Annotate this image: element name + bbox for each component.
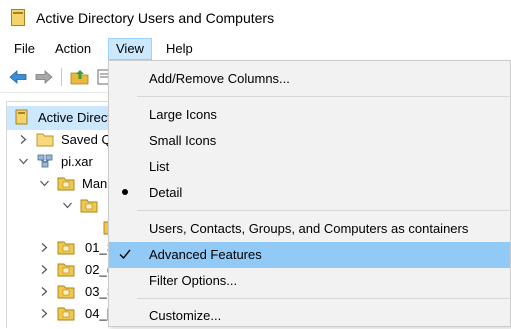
up-folder-icon[interactable] — [70, 67, 90, 87]
ad-users-computers-app-icon — [11, 9, 25, 26]
chevron-down-icon[interactable] — [40, 179, 49, 188]
back-arrow-icon[interactable] — [8, 67, 28, 87]
window-title: Active Directory Users and Computers — [36, 10, 275, 26]
forward-arrow-icon[interactable] — [34, 67, 54, 87]
menu-action[interactable]: Action — [48, 38, 98, 60]
menu-view[interactable]: View — [108, 38, 152, 60]
tree-label: pi.xar — [61, 154, 93, 169]
menu-item-users-contacts-groups-as-containers[interactable]: Users, Contacts, Groups, and Computers a… — [109, 216, 510, 242]
menu-item-label: Small Icons — [149, 133, 217, 148]
ou-folder-icon — [57, 177, 75, 191]
menu-item-small-icons[interactable]: Small Icons — [109, 128, 510, 154]
chevron-right-icon[interactable] — [40, 287, 49, 296]
menu-separator — [137, 298, 509, 299]
ou-folder-icon — [57, 241, 75, 255]
tree-label: 04_[ — [85, 306, 111, 321]
menu-separator — [137, 96, 509, 97]
menu-item-large-icons[interactable]: Large Icons — [109, 102, 510, 128]
ou-folder-icon — [57, 307, 75, 321]
chevron-right-icon[interactable] — [40, 243, 49, 252]
menu-item-label: Detail — [149, 185, 183, 200]
view-menu-dropdown: Add/Remove Columns... Large Icons Small … — [108, 60, 511, 327]
menu-item-advanced-features[interactable]: Advanced Features — [109, 242, 510, 268]
folder-icon — [36, 133, 54, 147]
menu-file[interactable]: File — [7, 38, 42, 60]
menu-item-label: List — [149, 159, 170, 174]
ou-folder-icon — [57, 285, 75, 299]
menu-item-label: Advanced Features — [149, 247, 262, 262]
radio-bullet-icon — [122, 189, 128, 195]
menu-help[interactable]: Help — [159, 38, 200, 60]
checkmark-icon — [119, 249, 131, 260]
menu-item-label: Users, Contacts, Groups, and Computers a… — [149, 221, 469, 236]
menu-separator — [137, 210, 509, 211]
domain-icon — [37, 154, 53, 168]
menu-item-label: Filter Options... — [149, 273, 238, 288]
chevron-right-icon[interactable] — [19, 135, 28, 144]
ou-folder-icon — [57, 263, 75, 277]
tree-label: Saved Q — [61, 132, 112, 147]
chevron-down-icon[interactable] — [63, 201, 72, 210]
title-bar: Active Directory Users and Computers — [0, 0, 511, 36]
menu-item-label: Add/Remove Columns... — [149, 71, 290, 86]
ou-folder-icon — [80, 199, 98, 213]
menu-item-label: Customize... — [149, 308, 222, 323]
toolbar-separator — [61, 68, 62, 86]
chevron-right-icon[interactable] — [40, 309, 49, 318]
menu-item-label: Large Icons — [149, 107, 217, 122]
chevron-right-icon[interactable] — [40, 265, 49, 274]
chevron-down-icon[interactable] — [19, 157, 28, 166]
tree-label: Man — [82, 176, 108, 191]
menu-item-add-remove-columns[interactable]: Add/Remove Columns... — [109, 66, 510, 92]
menu-bar: File Action View Help — [0, 38, 511, 60]
ad-root-icon — [15, 109, 28, 125]
menu-item-customize[interactable]: Customize... — [109, 303, 510, 329]
menu-item-filter-options[interactable]: Filter Options... — [109, 268, 510, 294]
menu-item-list[interactable]: List — [109, 154, 510, 180]
menu-item-detail[interactable]: Detail — [109, 180, 510, 206]
tree-label: Active Directo — [38, 110, 119, 125]
